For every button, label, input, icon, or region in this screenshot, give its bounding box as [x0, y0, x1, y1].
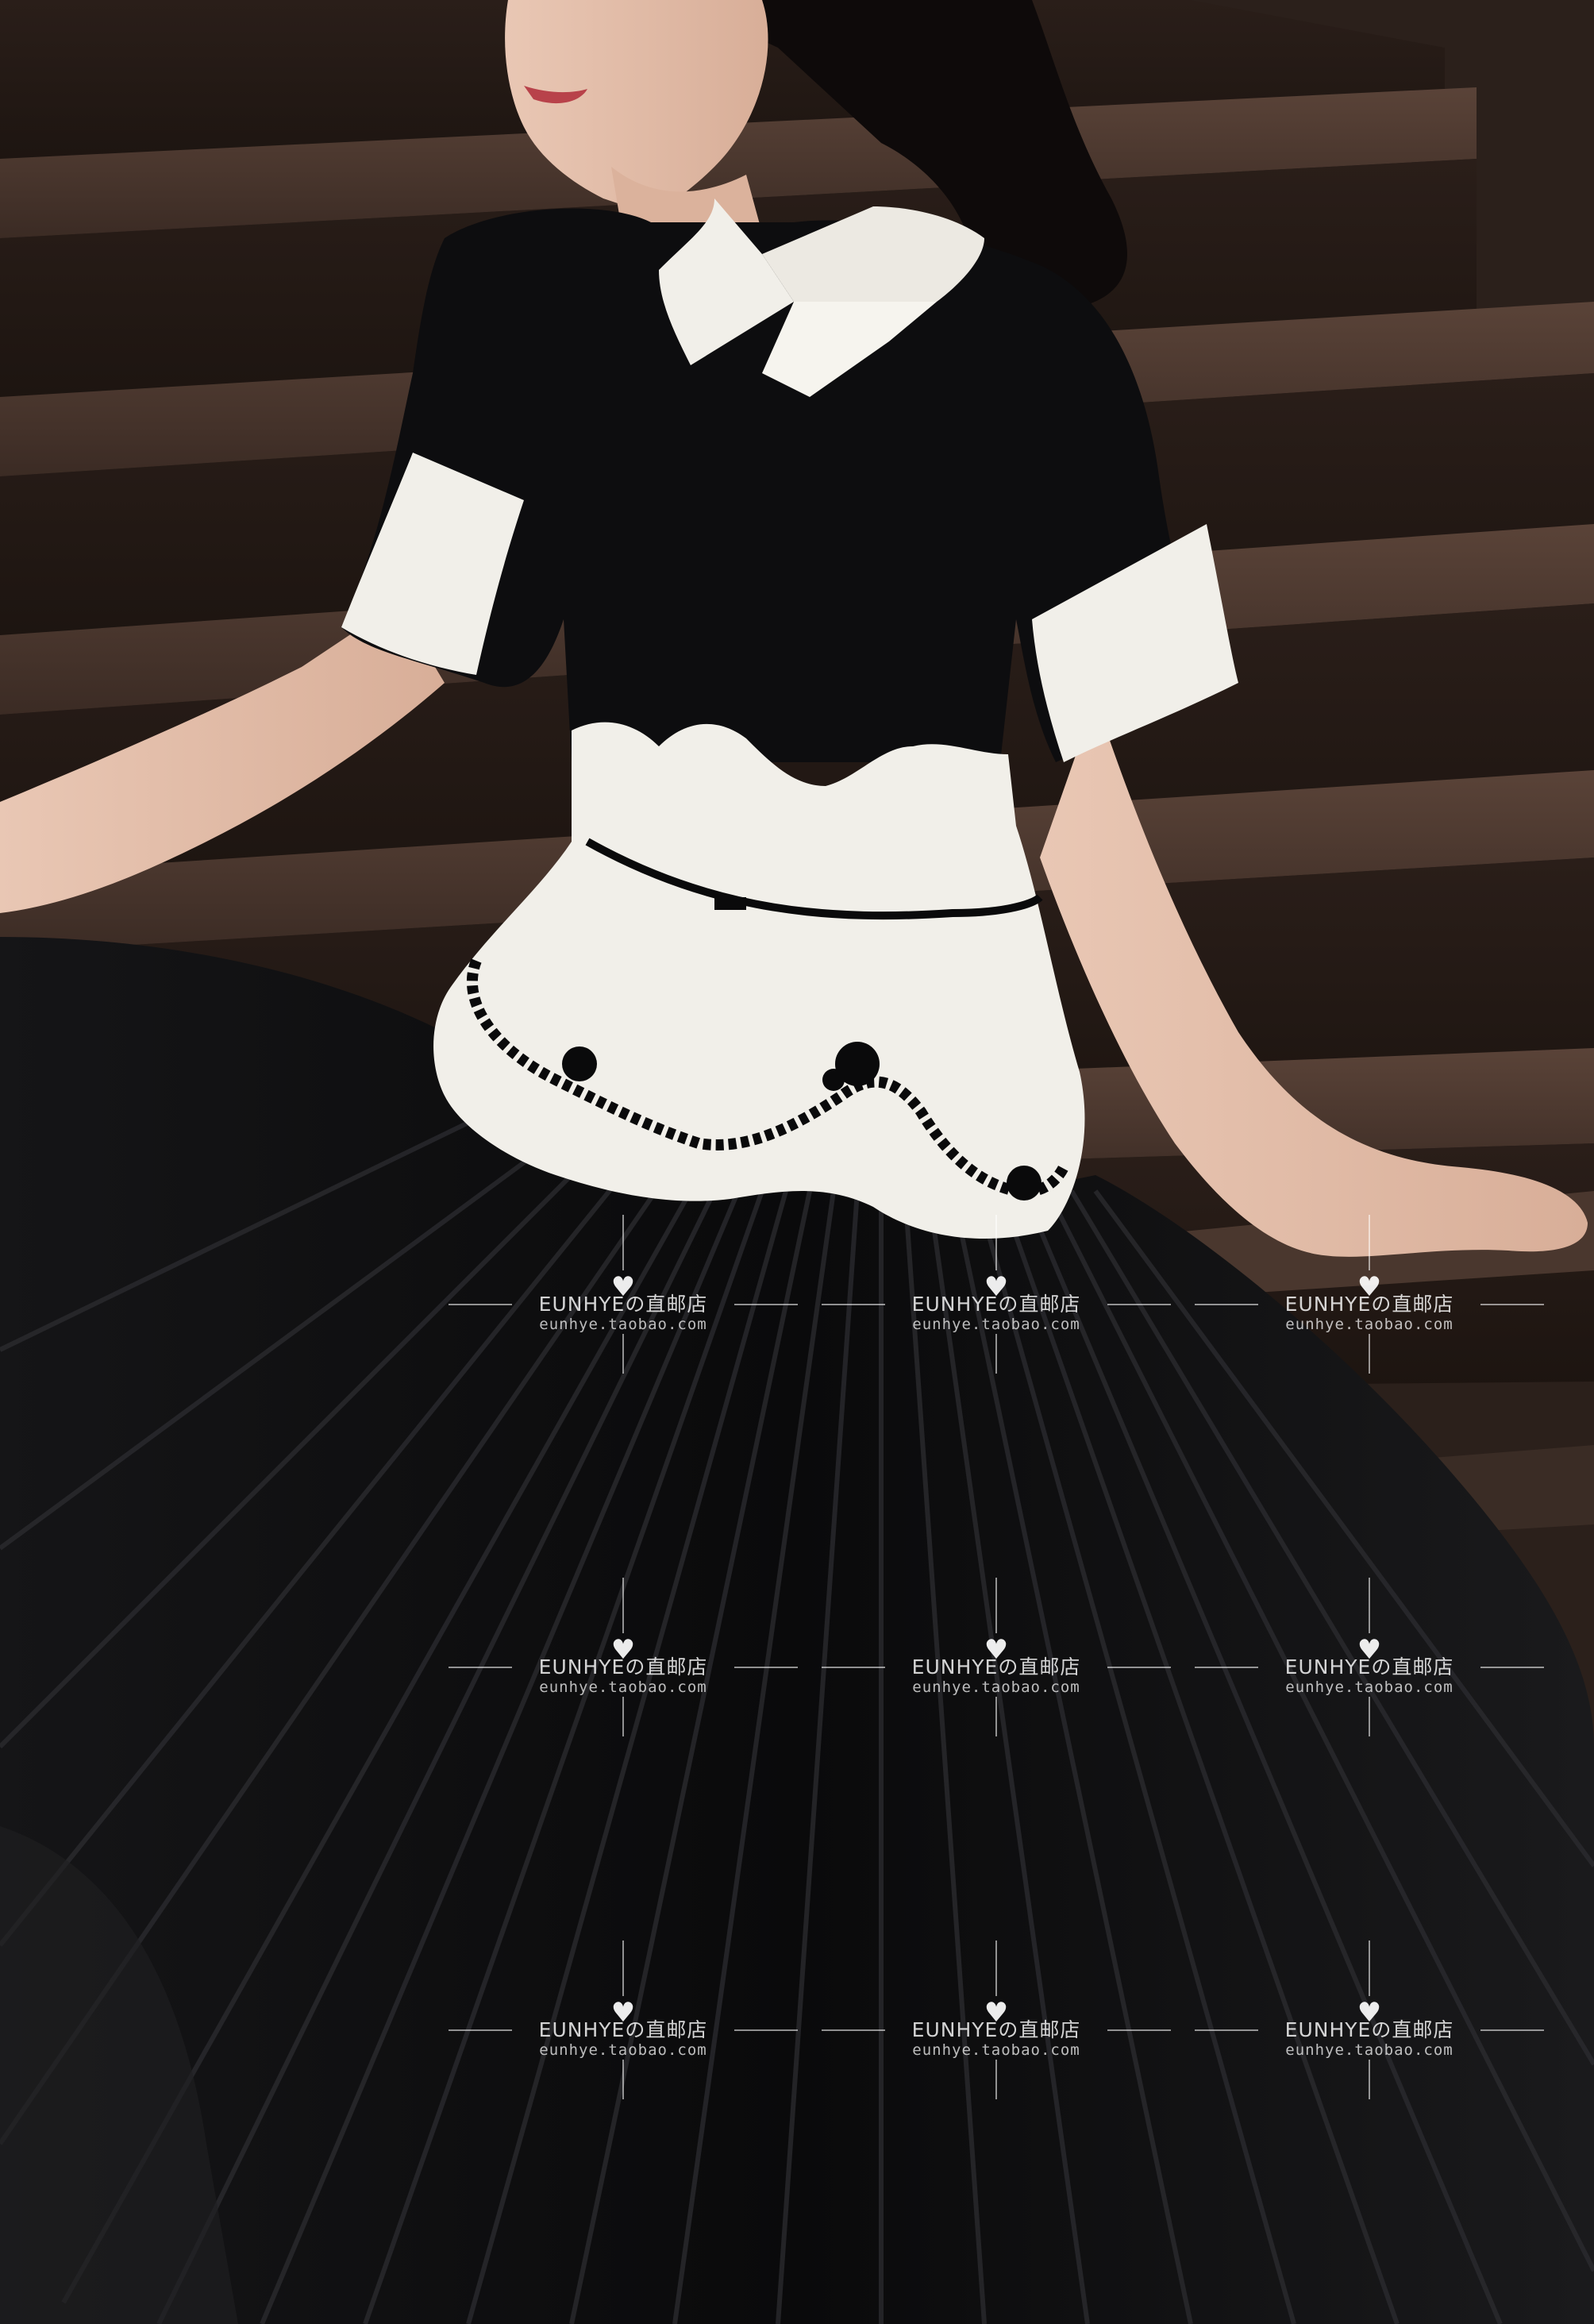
watermark: ♥ EUNHYEの直邮店 eunhye.taobao.com: [1195, 1578, 1544, 1736]
watermark-brand: EUNHYEの直邮店: [1284, 1293, 1454, 1316]
watermark-brand: EUNHYEの直邮店: [1284, 2018, 1454, 2041]
watermark-brand: EUNHYEの直邮店: [1284, 1655, 1454, 1678]
watermark-brand: EUNHYEの直邮店: [911, 2018, 1081, 2041]
watermark: ♥ EUNHYEの直邮店 eunhye.taobao.com: [449, 1578, 798, 1736]
watermark: ♥ EUNHYEの直邮店 eunhye.taobao.com: [822, 1941, 1171, 2099]
product-photo: ♥ EUNHYEの直邮店 eunhye.taobao.com ♥ EUNHYEの…: [0, 0, 1594, 2324]
watermark-brand: EUNHYEの直邮店: [538, 1655, 708, 1678]
watermark-url: eunhye.taobao.com: [539, 1316, 707, 1333]
watermark: ♥ EUNHYEの直邮店 eunhye.taobao.com: [822, 1578, 1171, 1736]
watermark-brand: EUNHYEの直邮店: [538, 2018, 708, 2041]
watermark: ♥ EUNHYEの直邮店 eunhye.taobao.com: [449, 1941, 798, 2099]
watermark-brand: EUNHYEの直邮店: [538, 1293, 708, 1316]
watermark: ♥ EUNHYEの直邮店 eunhye.taobao.com: [1195, 1215, 1544, 1374]
watermark: ♥ EUNHYEの直邮店 eunhye.taobao.com: [822, 1215, 1171, 1374]
watermark-brand: EUNHYEの直邮店: [911, 1293, 1081, 1316]
watermark-url: eunhye.taobao.com: [1285, 2041, 1453, 2059]
watermark-url: eunhye.taobao.com: [1285, 1678, 1453, 1696]
watermark-url: eunhye.taobao.com: [912, 1316, 1080, 1333]
watermark-url: eunhye.taobao.com: [1285, 1316, 1453, 1333]
watermark-url: eunhye.taobao.com: [539, 2041, 707, 2059]
watermark: ♥ EUNHYEの直邮店 eunhye.taobao.com: [1195, 1941, 1544, 2099]
watermark-url: eunhye.taobao.com: [912, 1678, 1080, 1696]
watermark-url: eunhye.taobao.com: [912, 2041, 1080, 2059]
watermark-url: eunhye.taobao.com: [539, 1678, 707, 1696]
watermark-brand: EUNHYEの直邮店: [911, 1655, 1081, 1678]
watermark: ♥ EUNHYEの直邮店 eunhye.taobao.com: [449, 1215, 798, 1374]
